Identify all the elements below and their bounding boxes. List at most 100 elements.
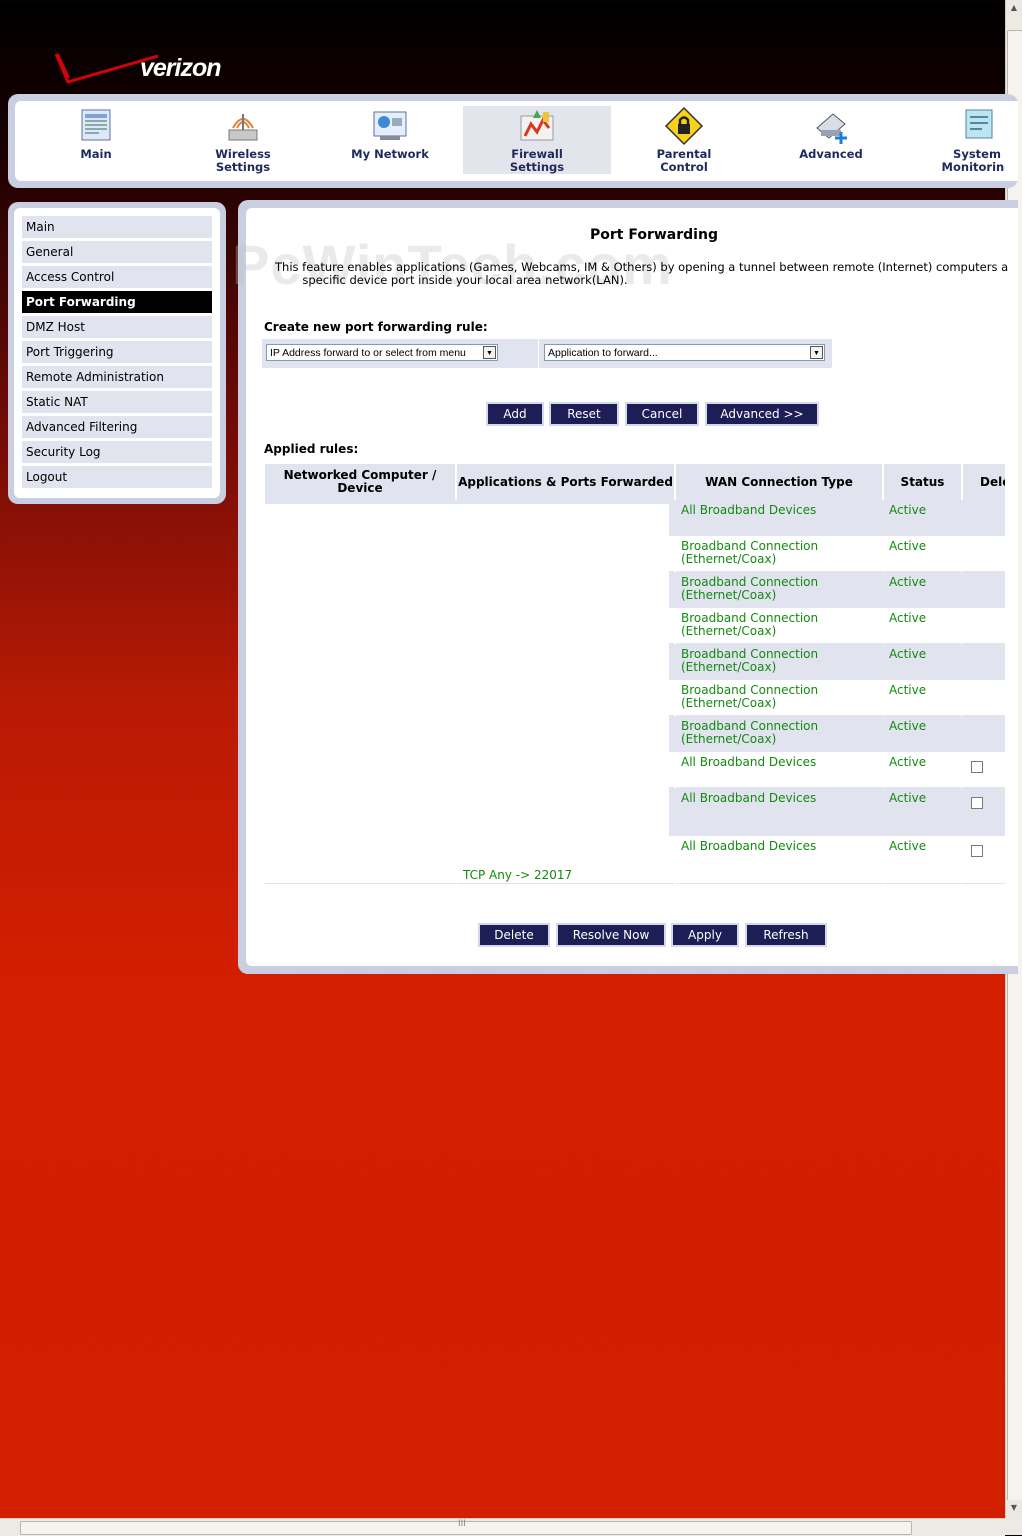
wan-type-line-2: (Ethernet/Coax) [681,660,777,674]
scroll-grip-icon: III [458,1519,466,1529]
status-cell: Active [884,836,961,884]
status-cell: Active [884,716,961,752]
main-icon [81,109,111,141]
nav-my-network-label: My Network [351,147,429,161]
status-text: Active [889,719,927,733]
delete-cell [962,572,1005,608]
brand-name: verizon [140,54,222,82]
nav-wireless-label: Wireless Settings [215,147,271,174]
wan-cell: Broadband Connection (Ethernet/Coax) [676,680,883,716]
delete-cell [962,752,1005,788]
wan-cell: Broadband Connection (Ethernet/Coax) [676,572,883,608]
status-cell: Active [884,536,961,572]
page-description: This feature enables applications (Games… [275,261,1015,287]
wan-type-line-1: All Broadband Devices [681,839,817,853]
nav-main-label: Main [80,147,112,161]
col-header-device: Networked Computer / Device [265,464,455,500]
status-text: Active [889,503,927,517]
sidebar-item-port-triggering[interactable]: Port Triggering [22,341,212,363]
verizon-logo: verizon [52,48,242,88]
wan-type-line-2: (Ethernet/Coax) [681,588,777,602]
last-app-text: TCP Any -> 22017 [463,868,573,882]
delete-checkbox[interactable] [971,845,983,857]
delete-cell [962,536,1005,572]
wan-cell: All Broadband Devices [676,752,883,788]
wan-type-line-2: (Ethernet/Coax) [681,696,777,710]
sidebar-item-security-log[interactable]: Security Log [22,441,212,463]
nav-firewall-label: Firewall Settings [509,147,565,174]
wan-cell: Broadband Connection (Ethernet/Coax) [676,716,883,752]
wan-type-line-1: All Broadband Devices [681,791,817,805]
nav-advanced[interactable]: Advanced [757,106,905,174]
wan-cell: Broadband Connection (Ethernet/Coax) [676,608,883,644]
scroll-up-arrow-icon[interactable]: ▲ [1006,0,1022,16]
cancel-button[interactable]: Cancel [627,404,697,424]
status-cell: Active [884,644,961,680]
sidebar-item-main[interactable]: Main [22,216,212,238]
sidebar-item-access-control[interactable]: Access Control [22,266,212,288]
delete-cell [962,680,1005,716]
wan-cell: All Broadband Devices [676,500,883,536]
delete-cell [962,608,1005,644]
wan-type-line-2: (Ethernet/Coax) [681,732,777,746]
nav-main[interactable]: Main [22,106,170,174]
sidebar-item-general[interactable]: General [22,241,212,263]
add-button[interactable]: Add [488,404,542,424]
delete-cell [962,788,1005,836]
reset-button[interactable]: Reset [551,404,617,424]
application-select-value: Application to forward... [548,347,658,359]
delete-button[interactable]: Delete [480,925,548,945]
delete-cell [962,716,1005,752]
sidebar-item-remote-administration[interactable]: Remote Administration [22,366,212,388]
page-title: Port Forwarding [590,227,718,243]
status-text: Active [889,755,927,769]
sidebar-item-logout[interactable]: Logout [22,466,212,488]
horizontal-scroll-thumb[interactable] [20,1521,912,1535]
apply-button[interactable]: Apply [673,925,737,945]
chevron-down-icon: ▼ [483,346,496,359]
col-header-device-text: Networked Computer / Device [283,468,437,495]
nav-advanced-label: Advanced [799,147,863,161]
delete-cell [962,836,1005,884]
horizontal-scrollbar[interactable]: III [0,1518,1005,1536]
redacted-area [265,504,669,870]
nav-firewall-settings[interactable]: Firewall Settings [463,106,611,174]
sidebar-item-dmz-host[interactable]: DMZ Host [22,316,212,338]
wan-type-line-1: All Broadband Devices [681,503,817,517]
firewall-icon [520,110,554,141]
nav-system-monitoring[interactable]: System Monitoring [904,106,1005,174]
nav-wireless-settings[interactable]: Wireless Settings [169,106,317,174]
delete-cell [962,500,1005,536]
status-cell: Active [884,788,961,836]
nav-my-network[interactable]: My Network [316,106,464,174]
application-select[interactable]: Application to forward... ▼ [544,344,825,361]
wan-cell: All Broadband Devices [676,836,883,884]
status-text: Active [889,611,927,625]
resolve-now-button[interactable]: Resolve Now [558,925,664,945]
nav-parental-control[interactable]: Parental Control [610,106,758,174]
applied-rules-label: Applied rules: [264,442,359,456]
advanced-button[interactable]: Advanced >> [707,404,817,424]
parental-lock-icon [664,106,704,146]
sidebar-item-advanced-filtering[interactable]: Advanced Filtering [22,416,212,438]
col-header-status: Status [884,464,961,500]
status-text: Active [889,683,927,697]
scrollbar-corner [1005,1518,1022,1535]
col-header-delete: Delete [963,464,1005,500]
ip-address-select[interactable]: IP Address forward to or select from men… [266,344,498,361]
sidebar-item-port-forwarding[interactable]: Port Forwarding [22,291,212,313]
delete-checkbox[interactable] [971,797,983,809]
scroll-down-arrow-icon[interactable]: ▼ [1006,1500,1022,1516]
status-cell: Active [884,500,961,536]
wireless-icon [228,114,258,141]
nav-system-monitoring-label: System Monitoring [941,147,1005,174]
delete-checkbox[interactable] [971,761,983,773]
status-cell: Active [884,752,961,788]
wan-cell: All Broadband Devices [676,788,883,836]
refresh-button[interactable]: Refresh [747,925,825,945]
status-cell: Active [884,608,961,644]
sidebar-item-static-nat[interactable]: Static NAT [22,391,212,413]
status-cell: Active [884,572,961,608]
network-icon [373,111,407,140]
status-text: Active [889,539,927,553]
